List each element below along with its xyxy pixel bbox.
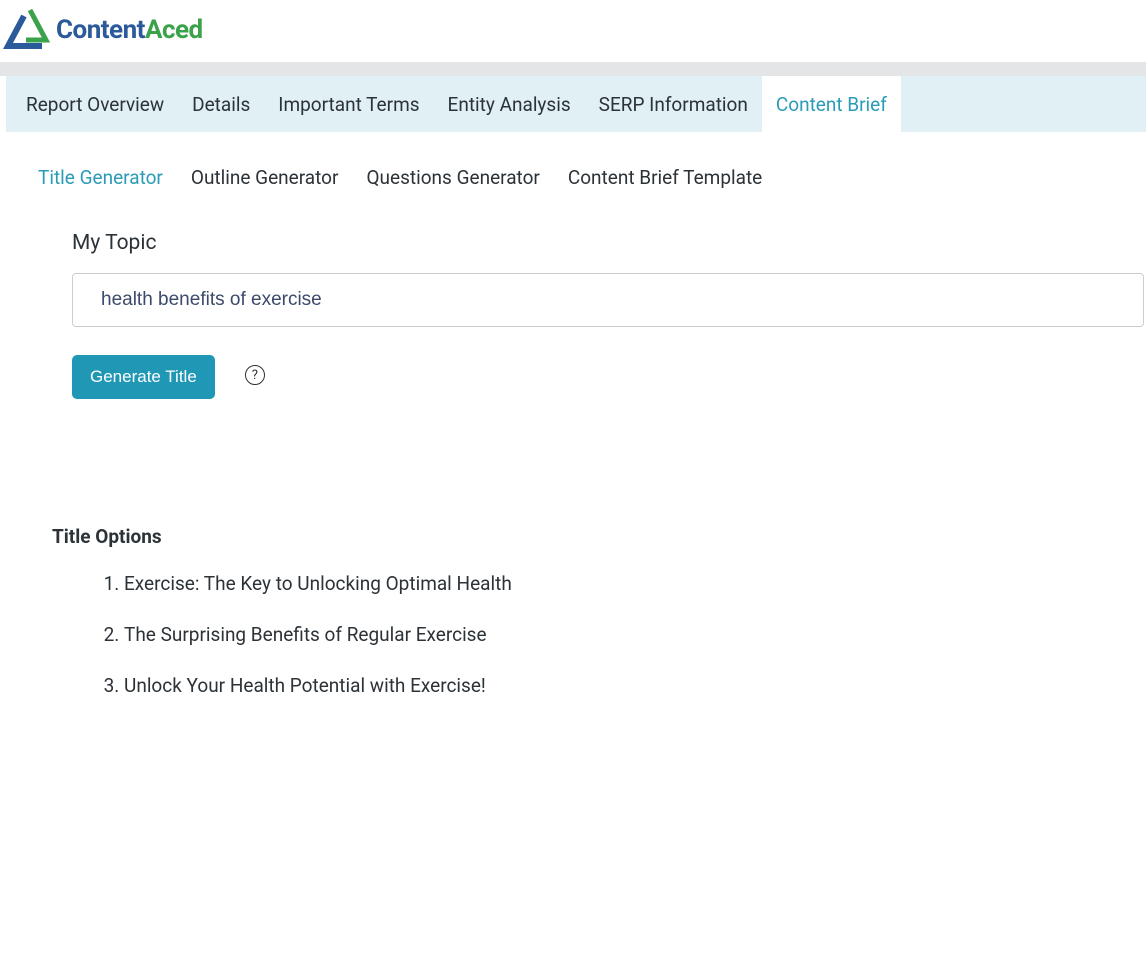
main-tabs: Report Overview Details Important Terms … (0, 76, 1146, 132)
brand-name: ContentAced (56, 15, 203, 45)
tab-details[interactable]: Details (178, 76, 264, 132)
generate-title-button[interactable]: Generate Title (72, 355, 215, 399)
sub-tabs: Title Generator Outline Generator Questi… (0, 132, 1146, 189)
action-row: Generate Title ? (72, 355, 1146, 399)
logo-mark-icon (2, 6, 50, 54)
topic-label: My Topic (72, 231, 1146, 255)
subtab-content-brief-template[interactable]: Content Brief Template (568, 166, 762, 189)
brand-name-part2: Aced (145, 15, 203, 45)
header-bar: ContentAced (0, 0, 1146, 62)
topic-input[interactable] (72, 273, 1144, 327)
title-option-item: Exercise: The Key to Unlocking Optimal H… (124, 572, 1146, 595)
title-options-heading: Title Options (52, 525, 1146, 548)
subtab-questions-generator[interactable]: Questions Generator (366, 166, 539, 189)
title-options-list: Exercise: The Key to Unlocking Optimal H… (124, 572, 1146, 697)
title-option-item: The Surprising Benefits of Regular Exerc… (124, 623, 1146, 646)
tab-report-overview[interactable]: Report Overview (12, 76, 178, 132)
tab-content-brief[interactable]: Content Brief (762, 76, 901, 132)
brand-name-part1: Content (56, 15, 145, 45)
divider-bar (0, 62, 1146, 76)
title-option-item: Unlock Your Health Potential with Exerci… (124, 674, 1146, 697)
tab-entity-analysis[interactable]: Entity Analysis (434, 76, 585, 132)
tab-serp-information[interactable]: SERP Information (585, 76, 762, 132)
subtab-outline-generator[interactable]: Outline Generator (191, 166, 339, 189)
help-icon[interactable]: ? (245, 365, 265, 385)
subtab-title-generator[interactable]: Title Generator (38, 166, 163, 189)
content-area: My Topic Generate Title ? Title Options … (0, 189, 1146, 697)
brand-logo: ContentAced (0, 6, 1146, 54)
tab-important-terms[interactable]: Important Terms (264, 76, 433, 132)
